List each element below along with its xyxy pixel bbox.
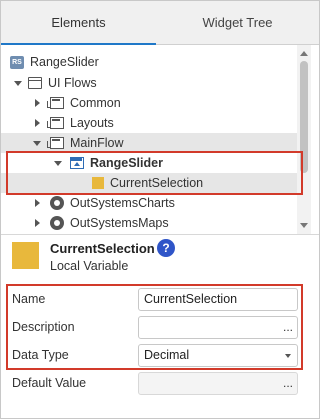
expand-right-icon[interactable] [32,198,42,208]
tab-widget-tree[interactable]: Widget Tree [156,1,319,44]
tree-item-label: Common [70,96,121,110]
name-value: CurrentSelection [144,292,238,306]
scroll-down-icon[interactable] [300,223,308,228]
help-icon[interactable]: ? [157,239,175,257]
panel-splitter[interactable] [1,234,319,235]
expand-down-icon[interactable] [53,158,63,168]
dependency-icon [50,216,64,230]
folder-open-icon [28,77,42,89]
app-icon: RS [10,55,24,69]
tree-item-outsystemsmaps[interactable]: OutSystemsMaps [1,213,297,233]
datatype-select[interactable]: Decimal [138,344,298,367]
expand-right-icon[interactable] [32,98,42,108]
tree-item-mainflow[interactable]: MainFlow [1,133,297,153]
tree-item-currentselection[interactable]: CurrentSelection [1,173,297,193]
local-variable-icon [92,177,104,189]
tree-item-label: OutSystemsMaps [70,216,169,230]
scroll-up-icon[interactable] [300,51,308,56]
tree-item-screen-rangeslider[interactable]: RangeSlider [1,153,297,173]
tree-item-layouts[interactable]: Layouts [1,113,297,133]
default-value-input[interactable]: ... [138,372,298,395]
tab-bar: Elements Widget Tree [1,1,319,45]
default-value-label: Default Value [12,376,87,390]
local-variable-icon [12,242,39,269]
tree-item-label: RangeSlider [30,55,99,69]
properties-panel: Elements Widget Tree RS RangeSlider UI F… [0,0,320,419]
tree-item-outsystemscharts[interactable]: OutSystemsCharts [1,193,297,213]
screen-icon [70,157,84,169]
element-title: CurrentSelection [50,241,155,256]
tree-item-module[interactable]: RS RangeSlider [1,52,297,72]
tree-item-label: CurrentSelection [110,176,204,190]
flow-icon [47,97,64,109]
tree-item-label: Layouts [70,116,114,130]
datatype-label: Data Type [12,348,69,362]
default-value-edit-button[interactable]: ... [283,373,293,394]
description-input[interactable]: ... [138,316,298,339]
tab-elements[interactable]: Elements [1,1,156,45]
expand-down-icon[interactable] [32,138,42,148]
scroll-thumb[interactable] [300,61,308,173]
tree-item-label: UI Flows [48,76,97,90]
name-label: Name [12,292,46,306]
tree-item-common[interactable]: Common [1,93,297,113]
tree-item-label: MainFlow [70,136,124,150]
description-label: Description [12,320,75,334]
element-type: Local Variable [50,259,129,273]
description-edit-button[interactable]: ... [283,317,293,338]
expand-down-icon[interactable] [13,78,23,88]
tree-item-label: RangeSlider [90,156,163,170]
expand-right-icon[interactable] [32,118,42,128]
flow-icon [47,117,64,129]
dependency-icon [50,196,64,210]
elements-tree: RS RangeSlider UI Flows Common Layouts M… [1,45,297,235]
tree-item-ui-flows[interactable]: UI Flows [1,73,297,93]
flow-icon [47,137,64,149]
tree-item-label: OutSystemsCharts [70,196,175,210]
expand-right-icon[interactable] [32,218,42,228]
name-input[interactable]: CurrentSelection [138,288,298,311]
chevron-down-icon [285,354,291,358]
tree-scrollbar[interactable] [297,45,311,235]
datatype-value: Decimal [144,348,190,362]
